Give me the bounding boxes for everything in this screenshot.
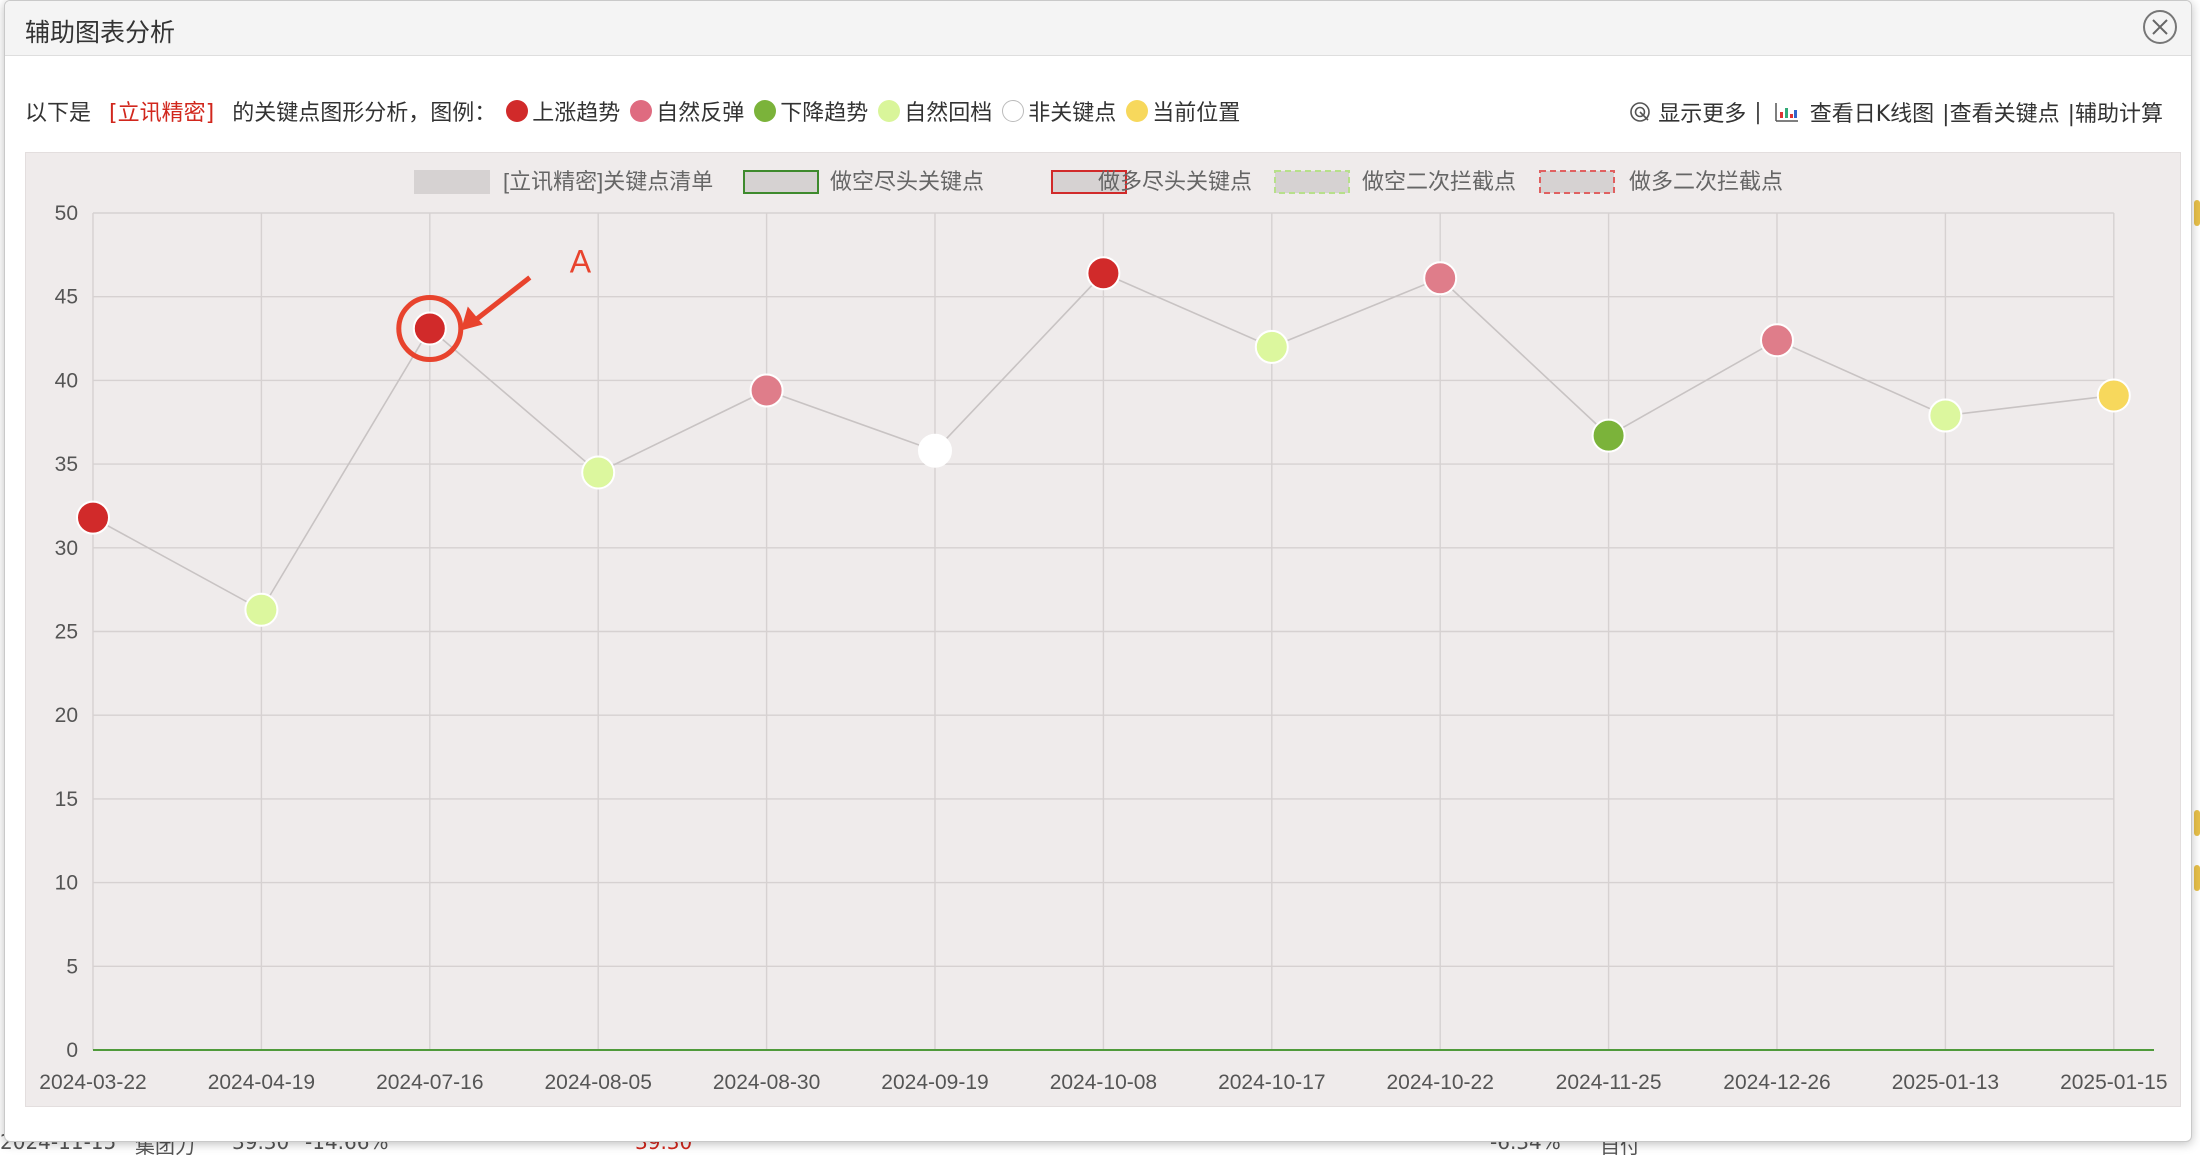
stock-name: [立讯精密] xyxy=(109,101,215,126)
x-tick-label: 2024-11-25 xyxy=(1556,1071,1662,1094)
legend-label: 自然回档 xyxy=(904,101,993,126)
background-marker xyxy=(2194,200,2200,226)
chart-area: 0 5 10 15 20 25 30 35 40 45 50 2024-03-22 2024-04-19… xyxy=(25,152,2181,1107)
view-keypoints-link[interactable]: |查看关键点 xyxy=(1942,96,2059,128)
view-kline-link[interactable]: 查看日K线图 xyxy=(1810,96,1934,128)
x-tick-label: 2024-04-19 xyxy=(208,1071,315,1094)
legend-label: [立讯精密]关键点清单 xyxy=(503,169,713,194)
legend-swatch-keypoints xyxy=(414,170,490,194)
legend-swatch-short-intercept xyxy=(1274,170,1350,194)
info-prefix: 以下是 xyxy=(25,101,92,126)
x-tick-label: 2024-03-22 xyxy=(39,1071,146,1094)
data-point xyxy=(1086,256,1121,291)
legend-label: 非关键点 xyxy=(1028,101,1117,126)
y-tick-label: 20 xyxy=(55,704,78,727)
separator: | xyxy=(1754,99,1762,125)
data-point xyxy=(1928,398,1963,433)
legend-info-bar: 以下是 [立讯精密] 的关键点图形分析，图例： 上涨趋势 自然反弹 下降趋势 自… xyxy=(25,96,1240,126)
info-suffix: 的关键点图形分析，图例： xyxy=(232,101,497,126)
data-point xyxy=(2096,378,2131,413)
legend-label: 当前位置 xyxy=(1152,101,1241,126)
dialog-titlebar: 辅助图表分析 xyxy=(5,1,2191,56)
rising-trend-dot-icon xyxy=(506,100,529,122)
toolbar-links: 显示更多 | 查看日K线图 |查看关键点 |辅助计算 xyxy=(1628,96,2163,128)
x-tick-label: 2024-08-30 xyxy=(713,1071,820,1094)
background-marker xyxy=(2194,810,2200,836)
close-glyph xyxy=(2152,19,2168,35)
current-position-dot-icon xyxy=(1126,100,1149,122)
y-tick-label: 15 xyxy=(55,788,78,811)
legend-label: 做空尽头关键点 xyxy=(830,169,984,194)
y-tick-label: 45 xyxy=(55,286,78,309)
data-point xyxy=(918,433,952,468)
legend-label: 自然反弹 xyxy=(656,101,745,126)
x-tick-label: 2024-10-17 xyxy=(1218,1071,1325,1094)
data-point xyxy=(1760,323,1794,358)
chart-icon[interactable] xyxy=(1774,100,1800,124)
legend-swatch-short-end xyxy=(743,170,819,194)
close-icon[interactable] xyxy=(2143,10,2177,44)
x-tick-label: 2024-07-16 xyxy=(376,1071,483,1094)
annotation-label: A xyxy=(570,244,592,280)
data-point xyxy=(1423,261,1458,296)
x-tick-label: 2025-01-13 xyxy=(1892,1071,1999,1094)
x-tick-label: 2024-10-22 xyxy=(1386,1071,1493,1094)
x-tick-label: 2024-12-26 xyxy=(1723,1071,1830,1094)
data-point xyxy=(76,500,110,535)
target-icon[interactable] xyxy=(1628,100,1652,124)
data-point xyxy=(1591,418,1626,453)
x-tick-label: 2025-01-15 xyxy=(2060,1071,2167,1094)
legend-label: 下降趋势 xyxy=(780,101,869,126)
dialog-title: 辅助图表分析 xyxy=(25,18,176,47)
legend-swatch-long-intercept xyxy=(1539,170,1615,194)
data-point xyxy=(1254,329,1289,364)
y-tick-label: 25 xyxy=(55,621,78,644)
y-tick-label: 0 xyxy=(66,1039,78,1062)
key-points-chart: 0 5 10 15 20 25 30 35 40 45 50 2024-03-22 2024-04-19… xyxy=(39,169,2167,1094)
data-point xyxy=(412,311,447,346)
y-tick-label: 10 xyxy=(55,872,78,895)
y-tick-label: 40 xyxy=(55,369,78,392)
y-tick-label: 35 xyxy=(55,453,78,476)
y-tick-label: 5 xyxy=(66,955,78,978)
non-key-point-dot-icon xyxy=(1002,100,1025,122)
falling-trend-dot-icon xyxy=(754,100,777,122)
aux-calc-link[interactable]: |辅助计算 xyxy=(2068,96,2163,128)
natural-rebound-dot-icon xyxy=(630,100,653,122)
y-tick-label: 30 xyxy=(55,537,78,560)
legend-label: 做多尽头关键点 xyxy=(1098,169,1252,194)
data-point xyxy=(244,592,279,627)
x-tick-label: 2024-09-19 xyxy=(881,1071,988,1094)
y-tick-label: 50 xyxy=(55,202,78,225)
legend-label: 上涨趋势 xyxy=(532,101,621,126)
natural-pullback-dot-icon xyxy=(878,100,901,122)
x-tick-label: 2024-10-08 xyxy=(1050,1071,1157,1094)
data-point xyxy=(581,455,616,490)
legend-label: 做多二次拦截点 xyxy=(1629,169,1783,194)
chart-dialog: 辅助图表分析 以下是 [立讯精密] 的关键点图形分析，图例： 上涨趋势 自然反弹… xyxy=(4,0,2192,1142)
background-marker xyxy=(2194,865,2200,891)
x-tick-label: 2024-08-05 xyxy=(544,1071,651,1094)
annotation-arrow xyxy=(473,275,532,323)
legend-label: 做空二次拦截点 xyxy=(1362,169,1516,194)
show-more-link[interactable]: 显示更多 xyxy=(1658,96,1746,128)
data-point xyxy=(749,373,784,408)
